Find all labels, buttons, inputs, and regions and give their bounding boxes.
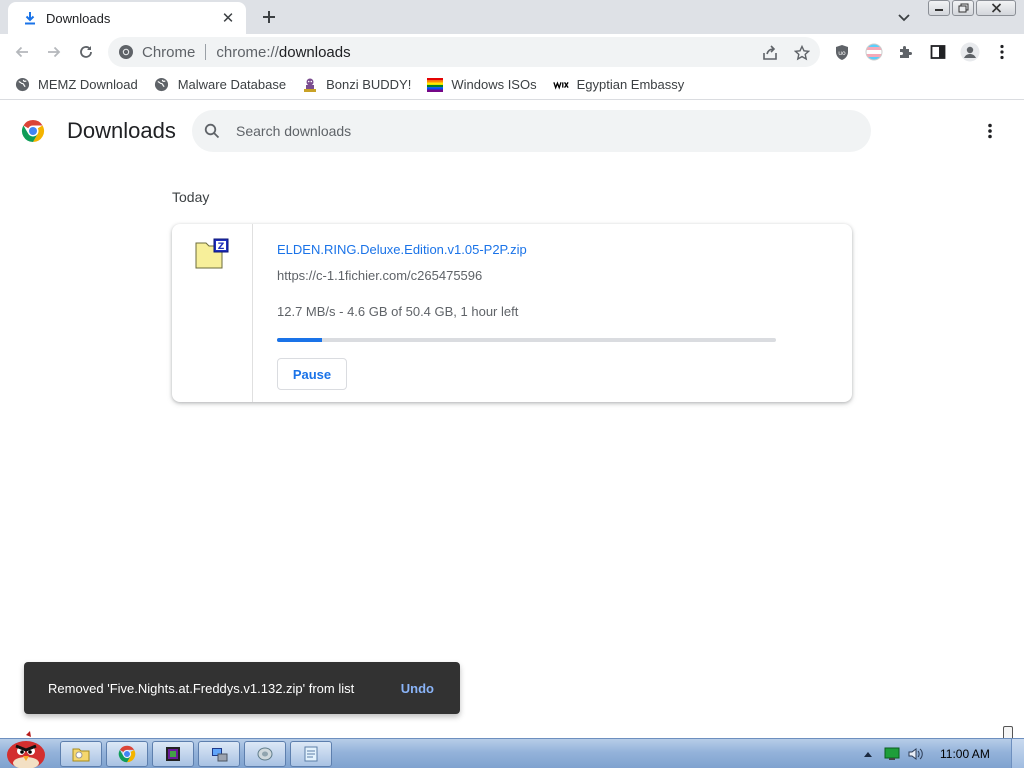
bookmark-label: Egyptian Embassy (576, 77, 685, 92)
bonzi-icon (302, 77, 318, 93)
omnibox-url[interactable]: chrome://downloads (216, 44, 350, 61)
volume-icon[interactable] (908, 746, 924, 762)
tab-search-button[interactable] (894, 8, 914, 28)
taskbar-network-drive-button[interactable] (244, 741, 286, 767)
undo-button[interactable]: Undo (401, 681, 434, 696)
download-icon-column: Z (172, 224, 253, 402)
search-downloads-input[interactable] (236, 123, 796, 139)
downloads-menu-button[interactable] (978, 119, 1002, 143)
close-icon (991, 3, 1001, 13)
download-source-url: https://c-1.1fichier.com/c265475596 (277, 268, 483, 283)
chrome-logo-icon (21, 120, 45, 142)
chevron-down-icon (898, 14, 910, 22)
share-icon[interactable] (761, 44, 779, 62)
date-section-label: Today (172, 189, 210, 205)
restore-icon (958, 3, 968, 13)
tab-title: Downloads (46, 10, 111, 26)
network-status-icon[interactable] (884, 746, 900, 762)
pause-button[interactable]: Pause (277, 358, 347, 390)
toolbar: Chrome chrome://downloads uo (0, 34, 1024, 70)
show-desktop-button[interactable] (1011, 739, 1024, 768)
url-path: downloads (278, 43, 351, 61)
download-icon (22, 10, 38, 26)
side-panel-icon[interactable] (928, 42, 948, 62)
bookmarks-bar: MEMZ Download Malware Database Bonzi BUD… (0, 70, 1024, 100)
browser-menu-icon[interactable] (992, 42, 1012, 62)
extensions-puzzle-icon[interactable] (896, 42, 916, 62)
angry-bird-start-icon (7, 731, 45, 768)
wix-icon (552, 77, 569, 93)
url-scheme: chrome:// (216, 43, 279, 61)
trans-flag-extension-icon[interactable] (864, 42, 884, 62)
taskbar-notepad-button[interactable] (290, 741, 332, 767)
setup-icon (212, 748, 228, 762)
minimize-icon (935, 9, 943, 11)
bookmark-windows-isos[interactable]: Windows ISOs (427, 73, 544, 97)
bookmark-label: Windows ISOs (451, 77, 537, 92)
tray-arrow-icon[interactable] (860, 746, 876, 762)
taskbar-clock[interactable]: 11:00 AM (940, 747, 990, 761)
omnibox[interactable]: Chrome chrome://downloads (108, 37, 820, 67)
globe-icon (154, 77, 170, 93)
download-progress-bar (277, 338, 776, 342)
download-progress-fill (277, 338, 323, 342)
search-icon (204, 123, 220, 139)
taskbar-app-button[interactable] (152, 741, 194, 767)
search-downloads-box[interactable] (192, 110, 871, 152)
taskbar: 11:00 AM (0, 731, 1024, 768)
plus-icon (263, 11, 275, 23)
notepad-icon (304, 746, 318, 762)
toast-message: Removed 'Five.Nights.at.Freddys.v1.132.z… (48, 680, 355, 696)
restore-button[interactable] (952, 0, 974, 16)
close-window-button[interactable] (976, 0, 1016, 16)
reload-icon (80, 46, 92, 58)
bookmark-label: Malware Database (177, 77, 287, 92)
omnibox-site-label: Chrome (142, 43, 196, 61)
minimize-button[interactable] (928, 0, 950, 16)
taskbar-chrome-button[interactable] (106, 741, 148, 767)
bookmark-egyptian-embassy[interactable]: Egyptian Embassy (552, 73, 693, 97)
taskbar-setup-button[interactable] (198, 741, 240, 767)
zip-file-icon: Z (195, 238, 229, 269)
downloads-header: Downloads (0, 101, 1024, 161)
start-button[interactable] (2, 731, 52, 768)
new-tab-button[interactable] (258, 6, 280, 28)
tab-downloads[interactable]: Downloads ✕ (8, 2, 246, 34)
bookmark-label: MEMZ Download (38, 77, 138, 92)
svg-text:Z: Z (218, 242, 225, 252)
window-controls (928, 0, 1016, 17)
download-item-card: Z ELDEN.RING.Deluxe.Edition.v1.05-P2P.zi… (172, 224, 852, 402)
bookmark-memz[interactable]: MEMZ Download (14, 73, 146, 97)
reload-button[interactable] (74, 40, 98, 64)
profile-avatar-icon[interactable] (960, 42, 980, 62)
app-icon (166, 747, 180, 761)
more-vert-icon (988, 123, 992, 139)
svg-text:uo: uo (838, 50, 846, 57)
ublock-extension-icon[interactable]: uo (832, 42, 852, 62)
bookmark-bonzi-buddy[interactable]: Bonzi BUDDY! (302, 73, 419, 97)
removal-toast: Removed 'Five.Nights.at.Freddys.v1.132.z… (24, 662, 460, 714)
back-arrow-icon (15, 46, 28, 58)
download-filename-link[interactable]: ELDEN.RING.Deluxe.Edition.v1.05-P2P.zip (277, 242, 527, 257)
taskbar-explorer-button[interactable] (60, 741, 102, 767)
tab-close-icon[interactable]: ✕ (220, 10, 236, 27)
forward-arrow-icon (48, 46, 61, 58)
bookmark-label: Bonzi BUDDY! (326, 77, 412, 92)
chrome-site-icon (119, 45, 133, 59)
bookmark-malware-database[interactable]: Malware Database (154, 73, 294, 97)
back-button[interactable] (10, 40, 34, 64)
explorer-icon (72, 748, 90, 762)
chrome-icon (118, 745, 136, 763)
rainbow-flag-icon (427, 77, 444, 93)
system-tray (860, 739, 924, 768)
network-drive-icon (257, 747, 273, 761)
forward-button[interactable] (42, 40, 66, 64)
omnibox-separator (205, 44, 207, 60)
tab-strip: Downloads ✕ (0, 0, 1024, 34)
bookmark-star-icon[interactable] (793, 44, 811, 62)
screen: Downloads ✕ Chrome chrome://downloads uo… (0, 0, 1024, 768)
globe-icon (14, 77, 30, 93)
download-status-text: 12.7 MB/s - 4.6 GB of 50.4 GB, 1 hour le… (277, 304, 519, 319)
page-title: Downloads (67, 118, 176, 143)
